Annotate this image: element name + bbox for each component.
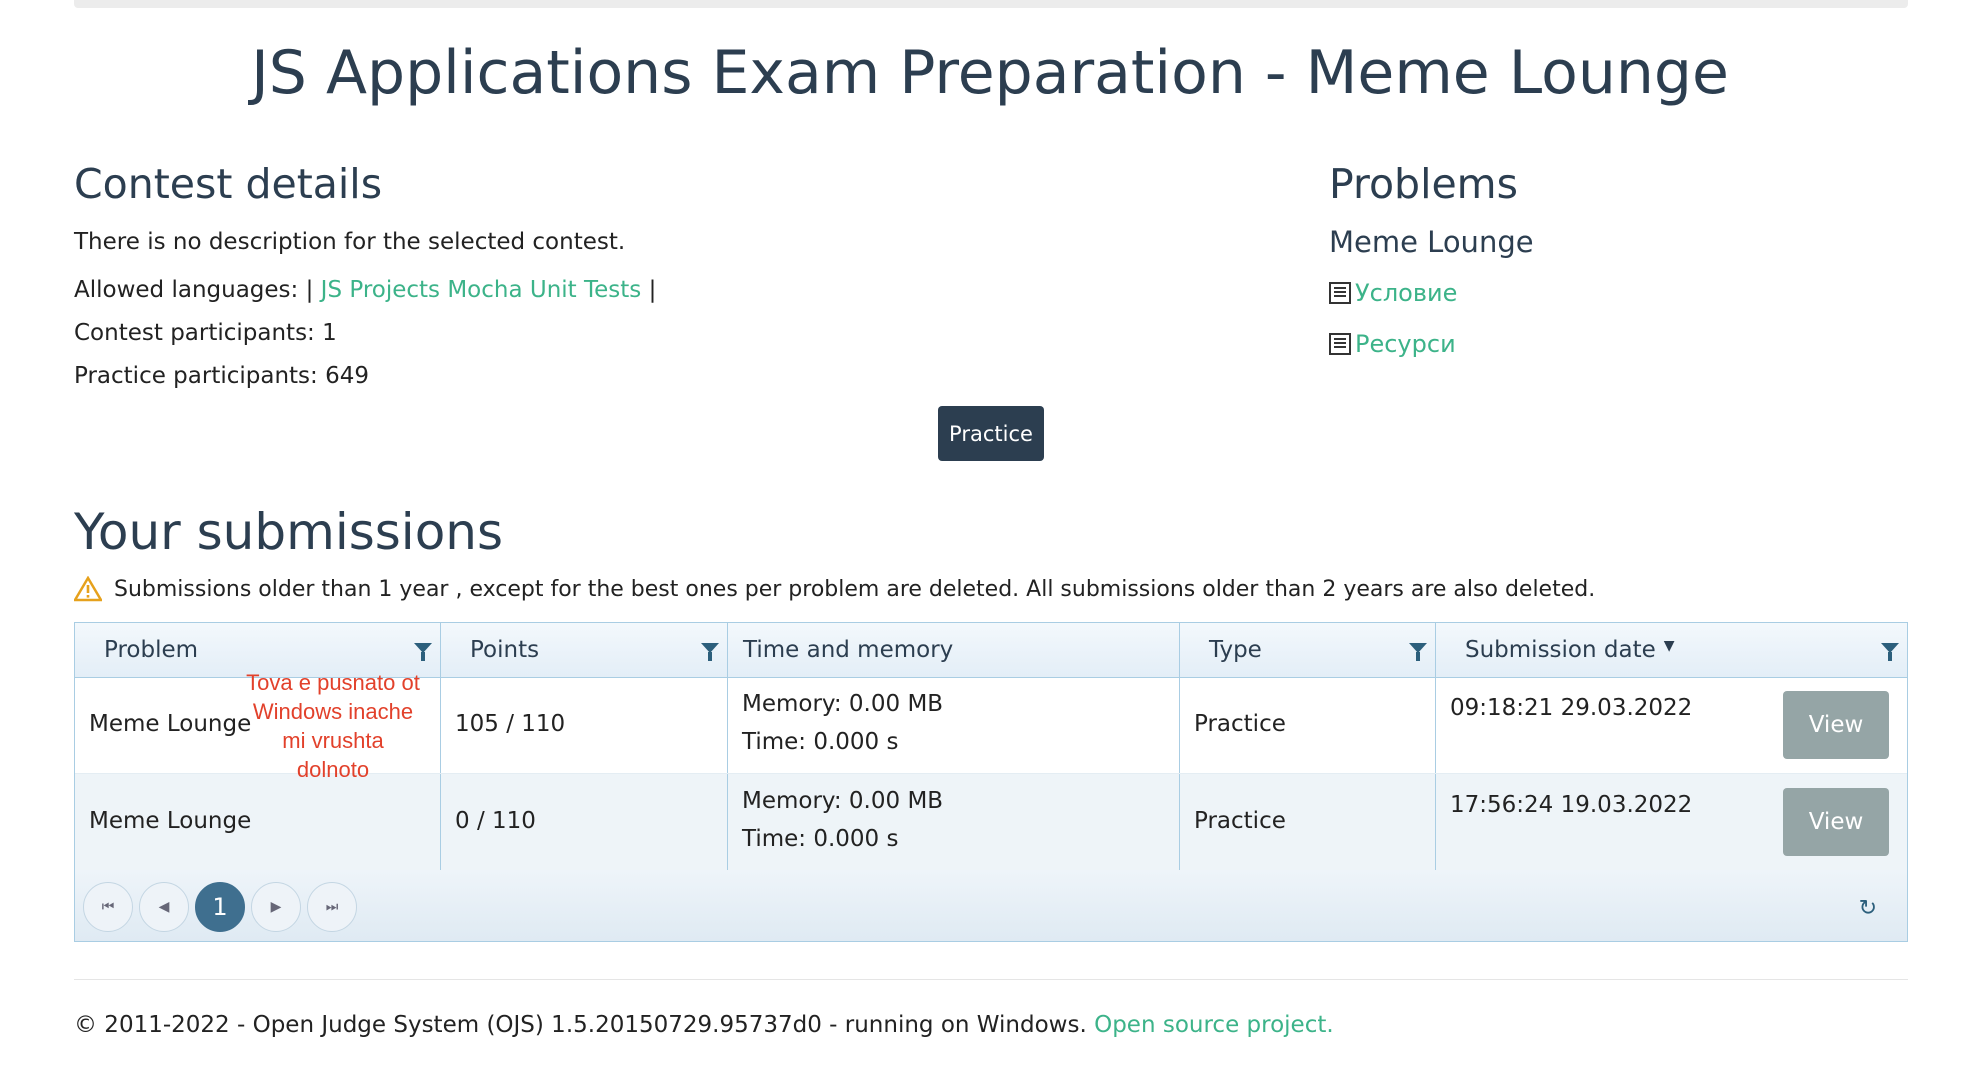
- column-header-type[interactable]: Type: [1180, 623, 1436, 677]
- column-header-submission-date[interactable]: Submission date ▼: [1436, 623, 1907, 677]
- column-header-time-memory[interactable]: Time and memory: [728, 623, 1180, 677]
- document-list-icon: [1329, 282, 1351, 304]
- cell-problem: Meme Lounge: [75, 774, 441, 870]
- problem-resources-link[interactable]: Ресурси: [1329, 330, 1456, 358]
- cell-submission-date: 09:18:21 29.03.2022 View: [1436, 677, 1907, 773]
- view-button[interactable]: View: [1783, 691, 1889, 759]
- allowed-languages: Allowed languages: | JS Projects Mocha U…: [74, 277, 656, 303]
- footer-text: © 2011-2022 - Open Judge System (OJS) 1.…: [74, 1012, 1087, 1038]
- cell-submission-date: 17:56:24 19.03.2022 View: [1436, 774, 1907, 870]
- contest-participants: Contest participants: 1: [74, 320, 337, 346]
- top-bar: [74, 0, 1908, 8]
- problems-heading: Problems: [1329, 160, 1518, 208]
- table-row: Meme Lounge 0 / 110 Memory: 0.00 MB Time…: [75, 774, 1907, 871]
- cell-type: Practice: [1180, 774, 1436, 870]
- footer: © 2011-2022 - Open Judge System (OJS) 1.…: [74, 1012, 1334, 1038]
- filter-icon[interactable]: [414, 643, 432, 661]
- problem-resources-label: Ресурси: [1355, 330, 1456, 358]
- filter-icon[interactable]: [701, 643, 719, 661]
- refresh-icon[interactable]: ↻: [1859, 896, 1877, 921]
- annotation-note: Tova e pusnato ot Windows inache mi vrus…: [246, 670, 420, 782]
- problem-name: Meme Lounge: [1329, 225, 1534, 259]
- open-source-link[interactable]: Open source project.: [1094, 1012, 1334, 1038]
- last-page-button[interactable]: ⏭: [307, 882, 357, 932]
- footer-divider: [74, 979, 1908, 980]
- first-page-button[interactable]: ⏮: [83, 882, 133, 932]
- cell-points: 105 / 110: [441, 677, 728, 773]
- practice-participants: Practice participants: 649: [74, 363, 370, 389]
- cell-type: Practice: [1180, 677, 1436, 773]
- practice-button[interactable]: Practice: [938, 406, 1044, 461]
- allowed-languages-label: Allowed languages: |: [74, 277, 314, 303]
- page-title: JS Applications Exam Preparation - Meme …: [251, 38, 1729, 108]
- column-header-points[interactable]: Points: [441, 623, 728, 677]
- cell-time-memory: Memory: 0.00 MB Time: 0.000 s: [728, 677, 1180, 773]
- contest-description: There is no description for the selected…: [74, 229, 626, 255]
- submissions-heading: Your submissions: [74, 503, 504, 561]
- filter-icon[interactable]: [1881, 643, 1899, 661]
- view-button[interactable]: View: [1783, 788, 1889, 856]
- document-list-icon: [1329, 333, 1351, 355]
- submissions-warning: Submissions older than 1 year , except f…: [74, 576, 1595, 602]
- current-page-button[interactable]: 1: [195, 882, 245, 932]
- warning-triangle-icon: [74, 576, 102, 602]
- problem-statement-label: Условие: [1355, 279, 1458, 307]
- cell-points: 0 / 110: [441, 774, 728, 870]
- language-link[interactable]: JS Projects Mocha Unit Tests: [321, 277, 642, 303]
- sort-desc-icon: ▼: [1663, 638, 1675, 654]
- problem-statement-link[interactable]: Условие: [1329, 279, 1457, 307]
- pager: ⏮ ◀ 1 ▶ ⏭ ↻: [75, 870, 1907, 941]
- prev-page-button[interactable]: ◀: [139, 882, 189, 932]
- filter-icon[interactable]: [1409, 643, 1427, 661]
- allowed-languages-suffix: |: [648, 277, 657, 303]
- cell-time-memory: Memory: 0.00 MB Time: 0.000 s: [728, 774, 1180, 870]
- next-page-button[interactable]: ▶: [251, 882, 301, 932]
- contest-details-heading: Contest details: [74, 160, 383, 208]
- warning-text: Submissions older than 1 year , except f…: [114, 576, 1596, 602]
